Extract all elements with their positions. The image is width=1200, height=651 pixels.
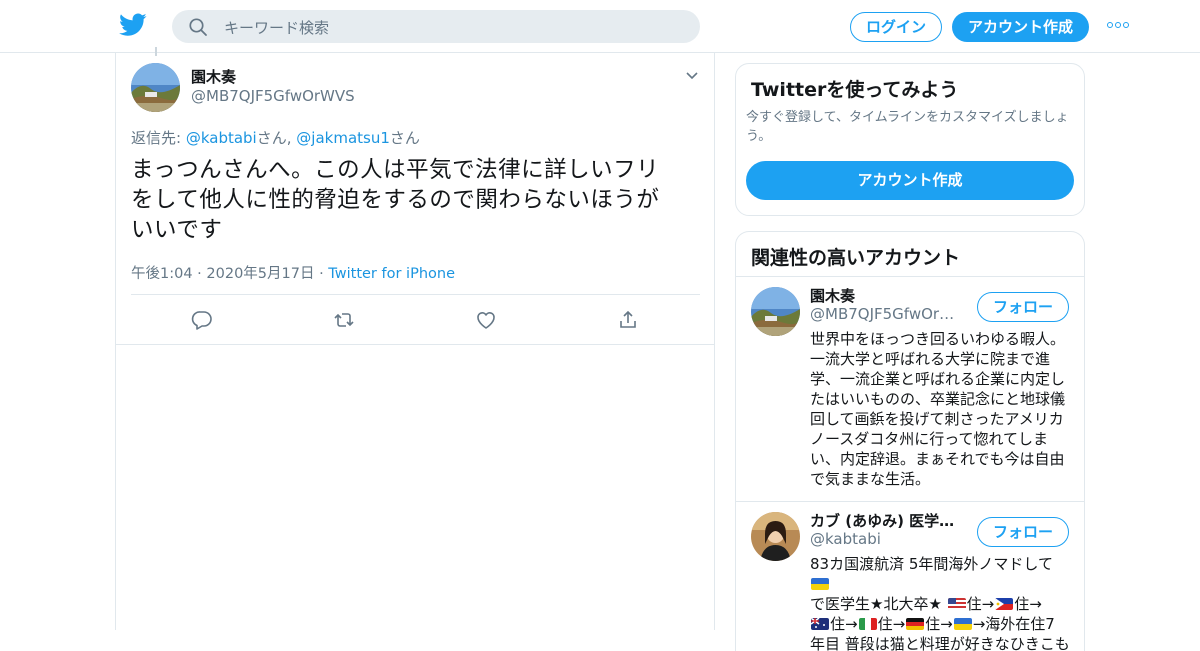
signup-prompt-card: Twitterを使ってみよう 今すぐ登録して、タイムラインをカスタマイズしましょ…: [735, 63, 1085, 216]
account-handle[interactable]: @kabtabi: [810, 530, 968, 548]
signup-button[interactable]: アカウント作成: [952, 12, 1089, 42]
account-name[interactable]: 園木奏: [810, 285, 968, 306]
share-icon[interactable]: [617, 309, 639, 331]
account-bio: 世界中をほっつき回るいわゆる暇人。一流大学と呼ばれる大学に院まで進学、一流企業と…: [810, 330, 1066, 488]
twitter-bird-logo-icon[interactable]: [119, 13, 147, 37]
signup-card-title: Twitterを使ってみよう: [751, 79, 959, 101]
philippines-flag-icon: [995, 598, 1014, 610]
thread-connector: [155, 47, 157, 56]
tweet-text: まっつんさんへ。この人は平気で法律に詳しいフリ をして他人に性的脅迫をするので関…: [131, 155, 691, 245]
ukraine-flag-icon: [811, 578, 829, 590]
germany-flag-icon: [906, 618, 925, 630]
bio-text: 83カ国渡航済 5年間海外ノマドして: [810, 555, 1053, 573]
bio-text: 住→: [1014, 595, 1042, 613]
related-account-item[interactable]: カブ (あゆみ) 医学生… @kabtabi フォロー 83カ国渡航済 5年間海…: [736, 502, 1084, 651]
bio-line: 住→ 住→ 住→ →海外在住7: [810, 614, 1070, 634]
bio-line: で医学生★北大卒★ 住→ 住→: [810, 594, 1070, 614]
author-name[interactable]: 園木奏: [191, 66, 236, 87]
related-account-item[interactable]: 園木奏 @MB7QJF5GfwOrWVS フォロー 世界中をほっつき回るいわゆる…: [736, 277, 1084, 502]
account-name[interactable]: カブ (あゆみ) 医学生…: [810, 510, 968, 531]
tweet-timestamp[interactable]: 午後1:04 · 2020年5月17日 ·: [131, 266, 328, 282]
author-avatar[interactable]: [131, 63, 180, 112]
like-icon[interactable]: [475, 309, 497, 331]
usa-flag-icon: [947, 598, 966, 610]
more-options-icon[interactable]: [1107, 22, 1129, 30]
bio-text: 住→: [830, 615, 858, 633]
search-input[interactable]: [222, 10, 686, 45]
chevron-down-icon[interactable]: [684, 67, 700, 83]
reply-suffix: さん: [389, 129, 420, 147]
reply-suffix: さん,: [256, 129, 297, 147]
related-accounts-card: 関連性の高いアカウント 園木奏 @MB7QJF5GfwOrWVS フォロー 世界…: [735, 231, 1085, 651]
search-icon: [189, 18, 207, 36]
signup-card-description: 今すぐ登録して、タイムラインをカスタマイズしましょう。: [746, 110, 1069, 144]
related-accounts-title: 関連性の高いアカウント: [751, 247, 961, 269]
bio-text: 住→: [877, 615, 906, 633]
avatar[interactable]: [751, 287, 800, 336]
bio-line: 83カ国渡航済 5年間海外ノマドして: [810, 554, 1070, 594]
account-handle[interactable]: @MB7QJF5GfwOrWVS: [810, 305, 968, 323]
avatar-portrait-image: [751, 512, 800, 561]
top-navigation-bar: ログイン アカウント作成: [0, 0, 1200, 53]
ukraine-flag-icon: [953, 618, 972, 630]
replying-to-line: 返信先: @kabtabiさん, @jakmatsu1さん: [131, 127, 420, 148]
reply-mention-link[interactable]: @jakmatsu1: [296, 129, 390, 147]
tweet-detail: 園木奏 @MB7QJF5GfwOrWVS 返信先: @kabtabiさん, @j…: [115, 47, 715, 630]
follow-button[interactable]: フォロー: [977, 292, 1069, 322]
avatar[interactable]: [751, 512, 800, 561]
divider: [116, 344, 714, 345]
tweet-source-link[interactable]: Twitter for iPhone: [328, 266, 455, 282]
retweet-icon[interactable]: [333, 309, 355, 331]
follow-button[interactable]: フォロー: [977, 517, 1069, 547]
reply-prefix: 返信先:: [131, 129, 186, 147]
divider: [131, 294, 700, 295]
avatar-landscape-image: [751, 287, 800, 336]
tweet-text-line: いいです: [131, 217, 223, 243]
italy-flag-icon: [858, 618, 877, 630]
tweet-metadata: 午後1:04 · 2020年5月17日 · Twitter for iPhone: [131, 262, 455, 283]
avatar-landscape-image: [131, 63, 180, 112]
bio-line: 年目 普段は猫と料理が好きなひきこも: [810, 635, 1070, 651]
tweet-text-line: まっつんさんへ。この人は平気で法律に詳しいフリ: [131, 157, 660, 183]
tweet-text-line: をして他人に性的脅迫をするので関わらないほうが: [131, 187, 660, 213]
bio-text: →海外在住7: [972, 615, 1055, 633]
bio-text: 住→: [966, 595, 995, 613]
account-bio: 83カ国渡航済 5年間海外ノマドして で医学生★北大卒★ 住→ 住→ 住→ 住→ 住→…: [810, 554, 1070, 651]
reply-mention-link[interactable]: @kabtabi: [186, 129, 257, 147]
signup-card-button[interactable]: アカウント作成: [746, 161, 1074, 200]
login-button[interactable]: ログイン: [850, 12, 942, 42]
bio-text: で医学生★北大卒★: [810, 595, 947, 613]
reply-icon[interactable]: [191, 309, 213, 331]
australia-flag-icon: [811, 618, 829, 630]
search-box[interactable]: [172, 10, 700, 45]
author-handle[interactable]: @MB7QJF5GfwOrWVS: [191, 87, 355, 105]
bio-text: 住→: [925, 615, 953, 633]
